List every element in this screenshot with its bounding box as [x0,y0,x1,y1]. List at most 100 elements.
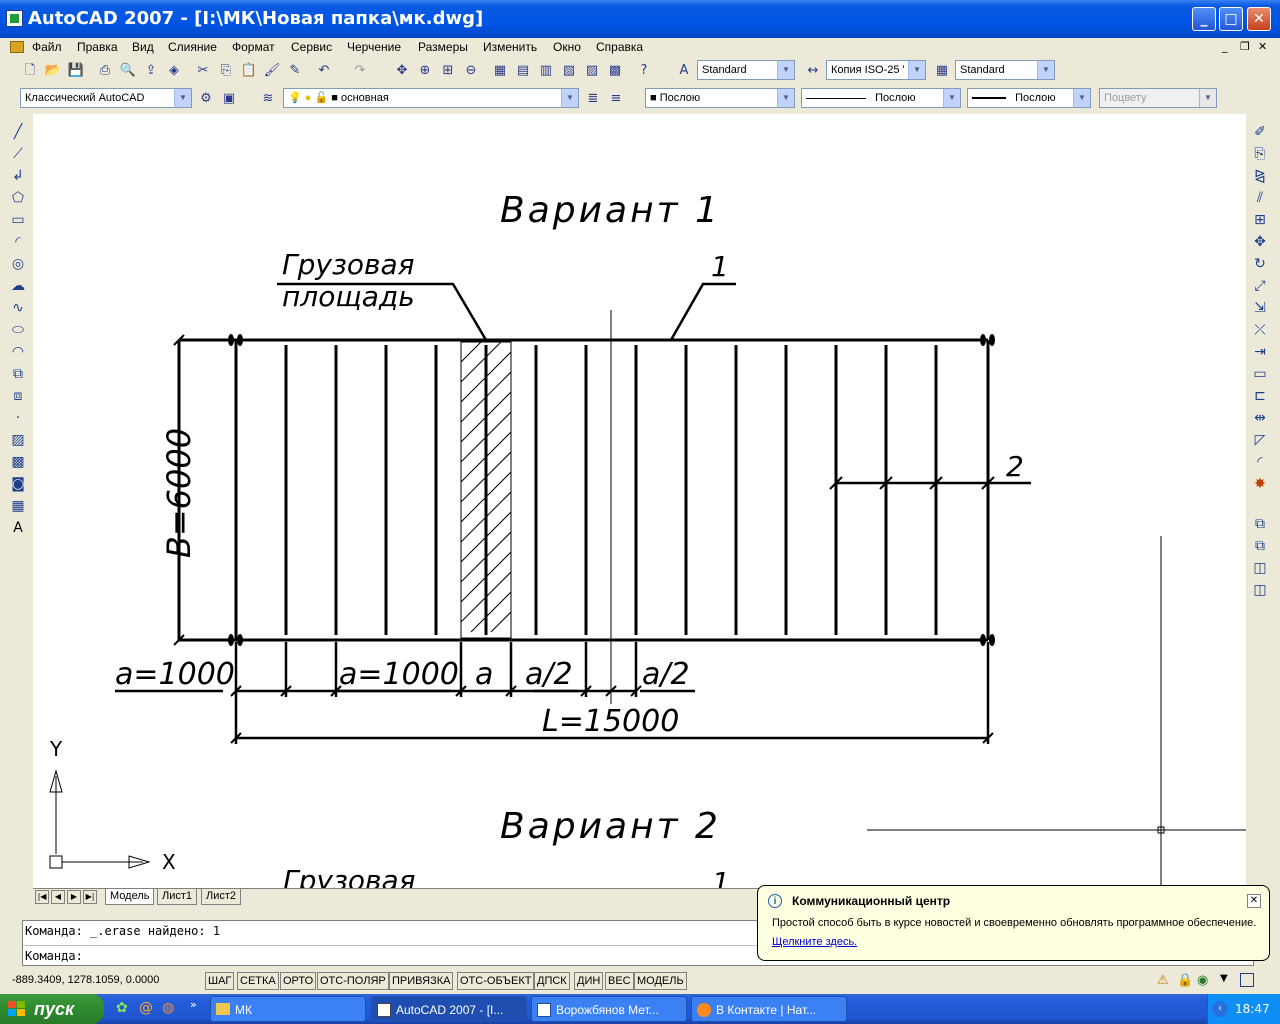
maximize-button[interactable]: □ [1219,7,1243,31]
copy-icon[interactable]: ⎘ [216,61,236,81]
line-icon[interactable]: ╱ [8,122,28,142]
bring-above-icon[interactable]: ◫ [1250,558,1270,578]
menu-file[interactable]: Файл [32,38,62,56]
make-block-icon[interactable]: ⧈ [8,386,28,406]
menu-format[interactable]: Формат [232,38,275,56]
quicklaunch-more-icon[interactable]: » [190,998,197,1011]
chamfer-icon[interactable]: ◸ [1250,430,1270,450]
workspace-save-icon[interactable]: ▣ [219,89,239,109]
send-to-back-icon[interactable]: ⧉ [1250,536,1270,556]
document-icon[interactable] [10,41,24,53]
copy-object-icon[interactable]: ⎘ [1250,144,1270,164]
ducs-button[interactable]: ДПСК [534,972,570,990]
multiline-text-icon[interactable]: A [8,518,28,538]
clean-screen-icon[interactable] [1240,973,1254,987]
mirror-icon[interactable]: ⧎ [1250,166,1270,186]
drawing-canvas[interactable]: Вариант 1 Грузовая площадь 1 2 B=6000 a=… [33,114,1246,899]
menu-merge[interactable]: Слияние [168,38,217,56]
table-style-select[interactable]: Standard ▼ [955,60,1055,80]
osnap-button[interactable]: ПРИВЯЗКА [389,972,454,990]
task-browser-vkontakte[interactable]: В Контакте | Нат... [691,996,847,1022]
revision-cloud-icon[interactable]: ☁ [8,276,28,296]
redo-icon[interactable]: ↷ [350,61,370,81]
send-under-icon[interactable]: ◫ [1250,580,1270,600]
balloon-link[interactable]: Щелкните здесь. [772,936,857,948]
menu-view[interactable]: Вид [132,38,154,56]
undo-icon[interactable]: ↶ [314,61,334,81]
circle-icon[interactable]: ◎ [8,254,28,274]
stretch-icon[interactable]: ⇲ [1250,298,1270,318]
arc-icon[interactable]: ◜ [8,232,28,252]
brush-icon[interactable]: 🖌 [262,61,282,81]
plot-icon[interactable]: ⎙ [95,61,115,81]
hatch-icon[interactable]: ▨ [8,430,28,450]
dim-style-select[interactable]: Копия ISO-25 ' ▼ [826,60,926,80]
properties-icon[interactable]: ▦ [490,61,510,81]
extend-icon[interactable]: ⇥ [1250,342,1270,362]
ortho-button[interactable]: ОРТО [280,972,317,990]
menu-tools[interactable]: Сервис [291,38,332,56]
help-icon[interactable]: ? [634,61,654,81]
task-word-document[interactable]: Ворожбянов Мет... [531,996,687,1022]
task-autocad[interactable]: AutoCAD 2007 - [I... [371,996,527,1022]
publish-icon[interactable]: ⇪ [141,61,161,81]
communication-center-icon[interactable]: ◉ [1197,973,1208,988]
menu-modify[interactable]: Изменить [483,38,537,56]
autocad-app-icon[interactable] [6,10,23,27]
model-button[interactable]: МОДЕЛЬ [634,972,687,990]
menu-draw[interactable]: Черчение [347,38,401,56]
construction-line-icon[interactable]: ⟋ [8,144,28,164]
snap-button[interactable]: ШАГ [205,972,235,990]
zoom-window-icon[interactable]: ⊞ [438,61,458,81]
close-button[interactable]: ✕ [1247,7,1271,31]
task-mk-folder[interactable]: МК [210,996,366,1022]
table-style-icon[interactable]: ▦ [932,61,952,81]
fillet-icon[interactable]: ◜ [1250,452,1270,472]
join-icon[interactable]: ⇹ [1250,408,1270,428]
layer-manager-icon[interactable]: ≋ [258,89,278,109]
gradient-icon[interactable]: ▩ [8,452,28,472]
polygon-icon[interactable]: ⬠ [8,188,28,208]
paste-icon[interactable]: 📋 [239,61,259,81]
block-editor-icon[interactable]: ✎ [285,61,305,81]
status-menu-chevron-icon[interactable]: ▼ [1220,973,1228,984]
color-select[interactable]: ■ Послою ▼ [645,88,795,108]
menu-help[interactable]: Справка [596,38,643,56]
rectangle-icon[interactable]: ▭ [8,210,28,230]
bring-to-front-icon[interactable]: ⧉ [1250,514,1270,534]
text-style-select[interactable]: Standard ▼ [697,60,795,80]
save-icon[interactable]: 💾 [66,61,86,81]
quicklaunch-firefox-icon[interactable]: ◍ [162,1000,174,1016]
scale-icon[interactable]: ⤢ [1250,276,1270,296]
3d-dwf-icon[interactable]: ◈ [164,61,184,81]
trim-icon[interactable]: ⤫ [1250,320,1270,340]
coordinates-readout[interactable]: -889.3409, 1278.1059, 0.0000 [12,974,159,986]
next-tab-button[interactable]: ▶ [67,890,81,904]
doc-restore-button[interactable]: ❐ [1240,40,1250,53]
design-center-icon[interactable]: ▤ [513,61,533,81]
ellipse-icon[interactable]: ⬭ [8,320,28,340]
offset-icon[interactable]: ⫽ [1250,188,1270,208]
zoom-previous-icon[interactable]: ⊖ [461,61,481,81]
erase-icon[interactable]: ✐ [1250,122,1270,142]
otrack-button[interactable]: ОТС-ОБЪЕКТ [457,972,535,990]
warning-icon[interactable]: ⚠ [1157,973,1169,988]
move-icon[interactable]: ✥ [1250,232,1270,252]
calculator-icon[interactable]: ▩ [605,61,625,81]
lock-icon[interactable]: 🔒 [1177,973,1193,988]
sheet-set-icon[interactable]: ▧ [559,61,579,81]
polar-button[interactable]: ОТС-ПОЛЯР [317,972,389,990]
new-file-icon[interactable]: 🗋 [20,61,40,81]
workspace-select[interactable]: Классический AutoCAD ▼ [20,88,192,108]
polyline-icon[interactable]: ↲ [8,166,28,186]
cut-icon[interactable]: ✂ [193,61,213,81]
prev-tab-button[interactable]: ◀ [51,890,65,904]
menu-dimension[interactable]: Размеры [418,38,468,56]
tray-expand-icon[interactable]: ‹ [1212,1001,1228,1017]
command-prompt[interactable]: Команда: [25,949,83,963]
tab-sheet1[interactable]: Лист1 [157,889,198,905]
dyn-button[interactable]: ДИН [574,972,604,990]
region-icon[interactable]: ◙ [8,474,28,494]
last-tab-button[interactable]: ▶| [83,890,97,904]
dim-style-icon[interactable]: ↔ [803,61,823,81]
